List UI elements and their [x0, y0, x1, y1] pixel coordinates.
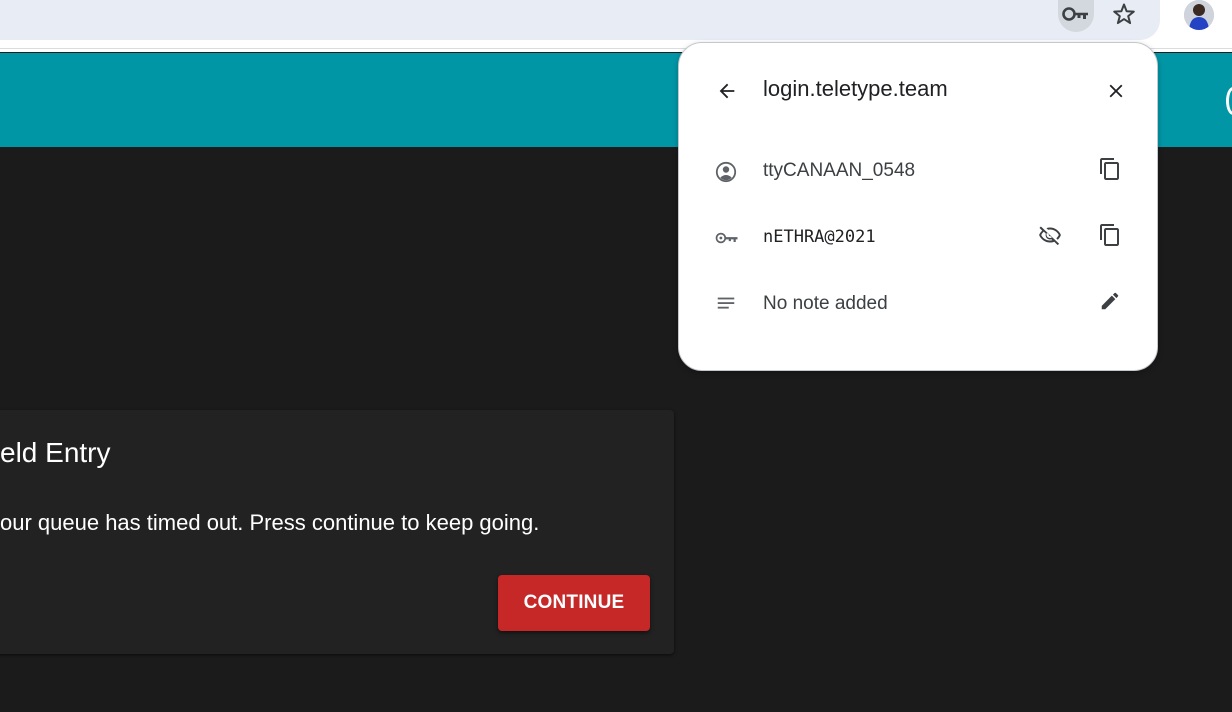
site-title: login.teletype.team: [763, 76, 948, 101]
account-circle-icon: [713, 159, 739, 185]
toggle-password-visibility-button[interactable]: [1037, 224, 1063, 250]
edit-icon: [1099, 290, 1121, 317]
continue-button[interactable]: CONTINUE: [498, 575, 650, 631]
visibility-off-icon: [1038, 223, 1062, 252]
close-icon[interactable]: [1103, 78, 1129, 104]
back-arrow-icon[interactable]: [713, 79, 741, 103]
key-icon: [713, 225, 741, 251]
copy-icon: [1098, 157, 1122, 186]
edit-note-button[interactable]: [1097, 290, 1123, 316]
key-icon: [1062, 6, 1090, 27]
copy-username-button[interactable]: [1097, 157, 1123, 186]
copy-icon: [1098, 223, 1122, 252]
bookmark-button[interactable]: [1108, 0, 1140, 32]
password-details-popup: login.teletype.team ttyCANAAN_0548 nETHR…: [678, 42, 1158, 371]
dialog-message: our queue has timed out. Press continue …: [0, 510, 540, 535]
notes-icon: [713, 291, 739, 317]
username-value: ttyCANAAN_0548: [763, 160, 916, 181]
dialog-title: eld Entry: [0, 437, 111, 468]
address-bar[interactable]: [0, 0, 1160, 40]
copy-password-button[interactable]: [1097, 223, 1123, 252]
password-value: nETHRA@2021: [763, 227, 876, 247]
star-icon: [1112, 2, 1136, 31]
avatar[interactable]: [1184, 0, 1214, 30]
note-value: No note added: [763, 293, 888, 314]
